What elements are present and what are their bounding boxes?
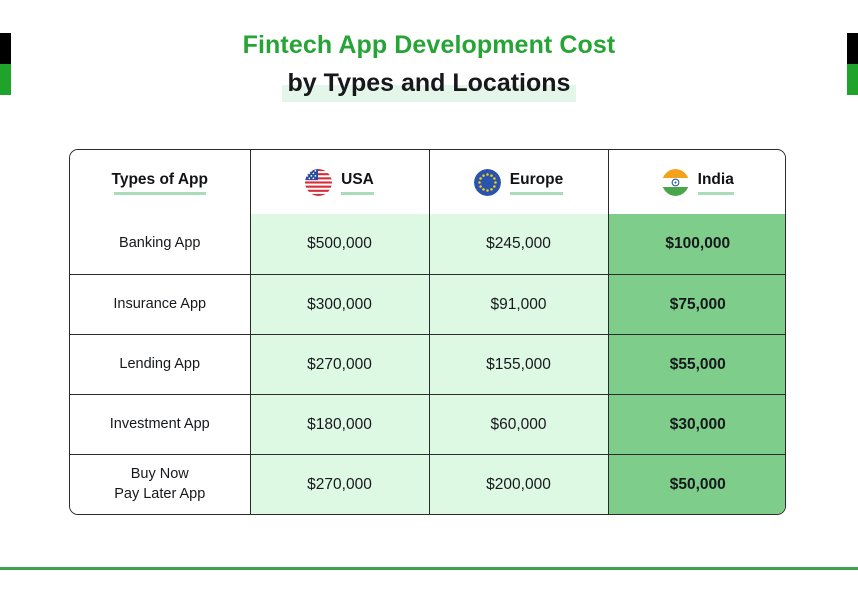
column-header-types: Types of App — [70, 150, 251, 214]
page-title-line2-wrapper: by Types and Locations — [0, 66, 858, 102]
cell-cost-usa: $270,000 — [250, 454, 430, 514]
cell-cost-india: $100,000 — [608, 214, 785, 275]
cell-cost-europe: $155,000 — [429, 334, 609, 395]
cell-app-type: Buy Now Pay Later App — [70, 454, 251, 514]
table-row: Buy Now Pay Later App $270,000 $200,000 … — [70, 454, 785, 514]
page-title-line2-highlight: by Types and Locations — [281, 66, 577, 102]
cell-cost-usa: $270,000 — [250, 334, 430, 395]
cell-cost-usa: $180,000 — [250, 394, 430, 455]
column-header-india-label: India — [697, 170, 735, 195]
column-header-types-label: Types of App — [112, 170, 208, 195]
cell-cost-india: $55,000 — [608, 334, 785, 395]
cell-app-type: Insurance App — [70, 274, 251, 335]
cell-cost-usa: $500,000 — [250, 214, 430, 275]
cell-cost-europe: $245,000 — [429, 214, 609, 275]
flag-india-icon — [661, 168, 689, 196]
cell-cost-europe: $91,000 — [429, 274, 609, 335]
cost-table-container: Types of App USA Europe India Banking Ap… — [69, 149, 786, 515]
cell-cost-usa: $300,000 — [250, 274, 430, 335]
table-row: Banking App $500,000 $245,000 $100,000 — [70, 214, 785, 275]
column-header-usa-label: USA — [341, 170, 374, 195]
cell-cost-india: $75,000 — [608, 274, 785, 335]
table-row: Investment App $180,000 $60,000 $30,000 — [70, 394, 785, 455]
page-title: Fintech App Development Cost by Types an… — [0, 28, 858, 102]
page-title-line1: Fintech App Development Cost — [242, 31, 616, 59]
cell-cost-india: $30,000 — [608, 394, 785, 455]
table-row: Lending App $270,000 $155,000 $55,000 — [70, 334, 785, 395]
cell-cost-europe: $200,000 — [429, 454, 609, 514]
table-row: Insurance App $300,000 $91,000 $75,000 — [70, 274, 785, 335]
cell-app-type: Investment App — [70, 394, 251, 455]
table-body: Banking App $500,000 $245,000 $100,000 I… — [70, 214, 785, 514]
flag-usa-icon — [305, 168, 333, 196]
flag-europe-icon — [473, 168, 501, 196]
cell-app-type: Banking App — [70, 214, 251, 275]
table-header: Types of App USA Europe India — [70, 150, 785, 214]
cost-table: Types of App USA Europe India Banking Ap… — [70, 150, 785, 514]
cell-cost-india: $50,000 — [608, 454, 785, 514]
table-header-row: Types of App USA Europe India — [70, 150, 785, 214]
page-title-line2: by Types and Locations — [287, 69, 571, 97]
column-header-europe: Europe — [429, 150, 609, 214]
column-header-usa: USA — [250, 150, 430, 214]
column-header-india: India — [608, 150, 785, 214]
bottom-rule — [0, 567, 858, 570]
cell-app-type: Lending App — [70, 334, 251, 395]
cell-app-type-line2: Pay Later App — [114, 486, 206, 503]
cell-app-type-line1: Buy Now — [130, 466, 189, 483]
cell-cost-europe: $60,000 — [429, 394, 609, 455]
column-header-europe-label: Europe — [509, 170, 564, 195]
